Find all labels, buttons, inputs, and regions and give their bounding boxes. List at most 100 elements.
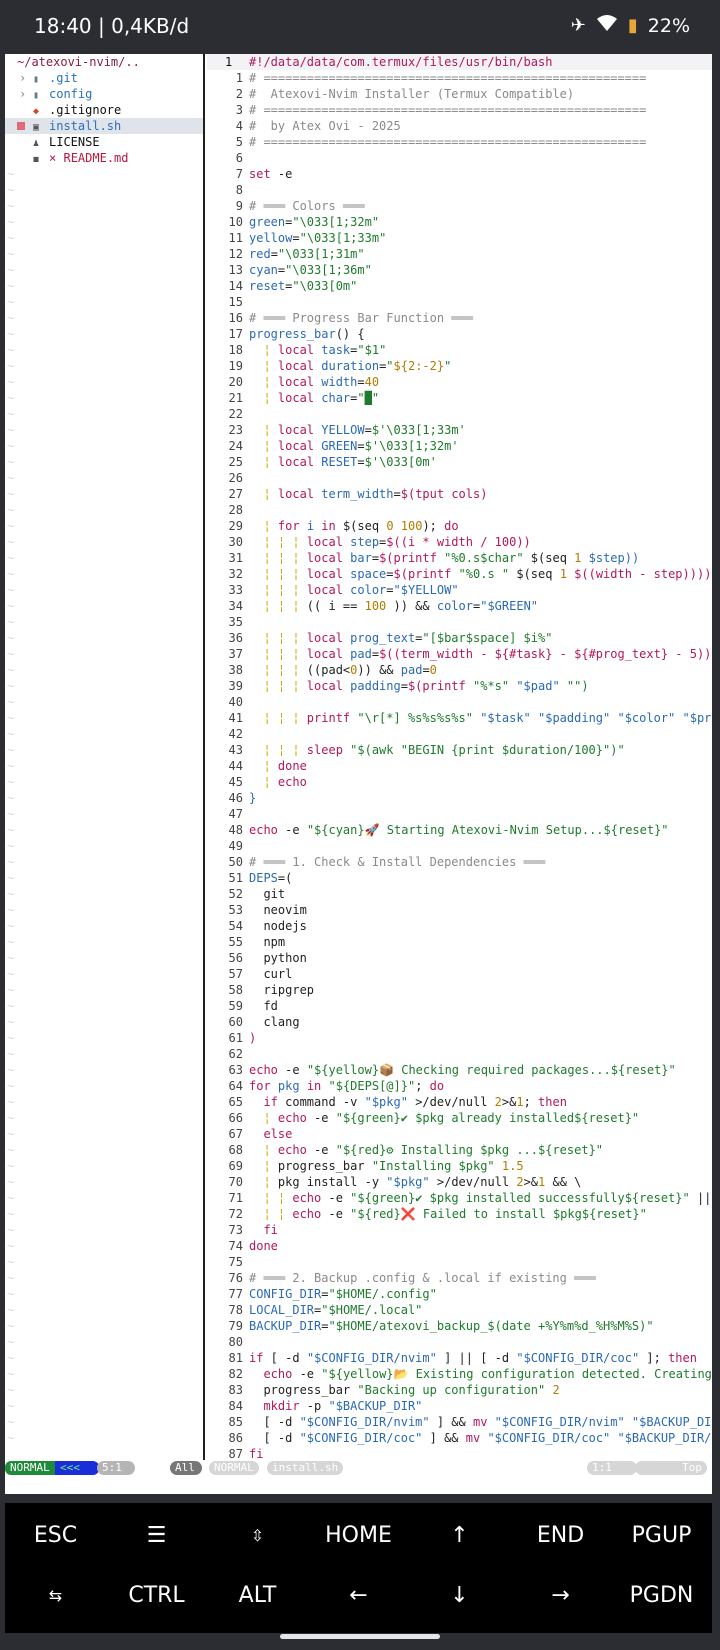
code-line[interactable]: 53 neovim [207, 902, 712, 918]
down-arrow-key[interactable]: ↓ [409, 1565, 510, 1625]
code-line[interactable]: 68 ¦ echo -e "${red}⚙ Installing $pkg ..… [207, 1142, 712, 1158]
code-line[interactable]: 74 done [207, 1238, 712, 1254]
terminal-window[interactable]: ~/atexovi-nvim/.. › ▮ .git › ▮ config ◆ .gitig… [5, 54, 712, 1494]
pgdn-key[interactable]: PGDN [611, 1565, 712, 1625]
code-line[interactable]: 26 [207, 470, 712, 486]
code-line[interactable]: 7 set -e [207, 166, 712, 182]
code-line[interactable]: 23 ¦ local YELLOW=$'\033[1;33m' [207, 422, 712, 438]
code-line[interactable]: 64 for pkg in "${DEPS[@]}"; do [207, 1078, 712, 1094]
up-arrow-key[interactable]: ↑ [409, 1505, 510, 1565]
code-line[interactable]: 28 [207, 502, 712, 518]
code-line[interactable]: 60 clang [207, 1014, 712, 1030]
scroll-key[interactable]: ⇳ [207, 1505, 308, 1565]
code-line[interactable]: 55 npm [207, 934, 712, 950]
code-line[interactable]: 33 ¦ ¦ ¦ local color="$YELLOW" [207, 582, 712, 598]
tab-key[interactable]: ⇆ [5, 1565, 106, 1625]
code-line[interactable]: 42 [207, 726, 712, 742]
code-line[interactable]: 14 reset="\033[0m" [207, 278, 712, 294]
code-line[interactable]: 10 green="\033[1;32m" [207, 214, 712, 230]
code-line[interactable]: 3 # =====================================… [207, 102, 712, 118]
code-line[interactable]: 76 # ═══ 2. Backup .config & .local if ex… [207, 1270, 712, 1286]
code-line[interactable]: 77 CONFIG_DIR="$HOME/.config" [207, 1286, 712, 1302]
esc-key[interactable]: ESC [5, 1505, 106, 1565]
code-line[interactable]: 29 ¦ for i in $(seq 0 100); do [207, 518, 712, 534]
code-line[interactable]: 75 [207, 1254, 712, 1270]
code-line[interactable]: 83 progress_bar "Backing up configuratio… [207, 1382, 712, 1398]
code-line[interactable]: 40 [207, 694, 712, 710]
code-line[interactable]: 16 # ═══ Progress Bar Function ═══ [207, 310, 712, 326]
code-line[interactable]: 87 fi [207, 1446, 712, 1460]
tree-item[interactable]: › ▮ config [5, 86, 203, 102]
tree-item[interactable]: ◼ × README.md [5, 150, 203, 166]
code-line[interactable]: 2 # Atexovi-Nvim Installer (Termux Compat… [207, 86, 712, 102]
pgup-key[interactable]: PGUP [611, 1505, 712, 1565]
code-line[interactable]: 38 ¦ ¦ ¦ ((pad<0)) && pad=0 [207, 662, 712, 678]
code-editor[interactable]: 1 #!/data/data/com.termux/files/usr/bin/b… [207, 54, 712, 1460]
code-line[interactable]: 81 if [ -d "$CONFIG_DIR/nvim" ] || [ -d "… [207, 1350, 712, 1366]
file-tree-panel[interactable]: ~/atexovi-nvim/.. › ▮ .git › ▮ config ◆ .gitig… [5, 54, 205, 1460]
code-line[interactable]: 19 ¦ local duration="${2:-2}" [207, 358, 712, 374]
code-line[interactable]: 41 ¦ ¦ ¦ printf "\r[*] %s%s%s%s" "$task"… [207, 710, 712, 726]
code-line[interactable]: 82 echo -e "${yellow}📂 Existing configur… [207, 1366, 712, 1382]
code-line[interactable]: 25 ¦ local RESET=$'\033[0m' [207, 454, 712, 470]
code-line[interactable]: 58 ripgrep [207, 982, 712, 998]
code-line[interactable]: 22 [207, 406, 712, 422]
code-line[interactable]: 11 yellow="\033[1;33m" [207, 230, 712, 246]
code-line[interactable]: 45 ¦ echo [207, 774, 712, 790]
code-line[interactable]: 57 curl [207, 966, 712, 982]
code-line[interactable]: 78 LOCAL_DIR="$HOME/.local" [207, 1302, 712, 1318]
code-line[interactable]: 12 red="\033[1;31m" [207, 246, 712, 262]
code-line[interactable]: 73 fi [207, 1222, 712, 1238]
left-arrow-key[interactable]: ← [308, 1565, 409, 1625]
code-line[interactable]: 13 cyan="\033[1;36m" [207, 262, 712, 278]
code-line[interactable]: 4 # by Atex Ovi - 2025 [207, 118, 712, 134]
code-line[interactable]: 67 else [207, 1126, 712, 1142]
code-line[interactable]: 62 [207, 1046, 712, 1062]
tree-item[interactable]: ◆ .gitignore [5, 102, 203, 118]
code-line[interactable]: 35 [207, 614, 712, 630]
tree-item[interactable]: ▣ install.sh [5, 118, 203, 134]
code-line[interactable]: 72 ¦ ¦ echo -e "${red}❌ Failed to instal… [207, 1206, 712, 1222]
code-line[interactable]: 27 ¦ local term_width=$(tput cols) [207, 486, 712, 502]
code-line[interactable]: 32 ¦ ¦ ¦ local space=$(printf "%0.s " $(… [207, 566, 712, 582]
code-line[interactable]: 56 python [207, 950, 712, 966]
code-line[interactable]: 61) [207, 1030, 712, 1046]
code-line[interactable]: 34 ¦ ¦ ¦ (( i == 100 )) && color="$GREEN… [207, 598, 712, 614]
code-line[interactable]: 84 mkdir -p "$BACKUP_DIR" [207, 1398, 712, 1414]
code-line[interactable]: 63 echo -e "${yellow}📦 Checking required … [207, 1062, 712, 1078]
code-line[interactable]: 15 [207, 294, 712, 310]
code-line[interactable]: 30 ¦ ¦ ¦ local step=$((i * width / 100)) [207, 534, 712, 550]
code-line[interactable]: 24 ¦ local GREEN=$'\033[1;32m' [207, 438, 712, 454]
code-line[interactable]: 8 [207, 182, 712, 198]
code-line[interactable]: 65 if command -v "$pkg" >/dev/null 2>&1;… [207, 1094, 712, 1110]
code-line[interactable]: 43 ¦ ¦ ¦ sleep "$(awk "BEGIN {print $dur… [207, 742, 712, 758]
code-line[interactable]: 80 [207, 1334, 712, 1350]
gesture-bar[interactable] [280, 1634, 440, 1639]
code-line[interactable]: 18 ¦ local task="$1" [207, 342, 712, 358]
code-line[interactable]: 44 ¦ done [207, 758, 712, 774]
code-line[interactable]: 20 ¦ local width=40 [207, 374, 712, 390]
code-line[interactable]: 21 ¦ local char="█" [207, 390, 712, 406]
ctrl-key[interactable]: CTRL [106, 1565, 207, 1625]
right-arrow-key[interactable]: → [510, 1565, 611, 1625]
code-line[interactable]: 9 # ═══ Colors ═══ [207, 198, 712, 214]
end-key[interactable]: END [510, 1505, 611, 1565]
code-line[interactable]: 5 # =====================================… [207, 134, 712, 150]
code-line[interactable]: 37 ¦ ¦ ¦ local pad=$((term_width - ${#ta… [207, 646, 712, 662]
code-line[interactable]: 51 DEPS=( [207, 870, 712, 886]
code-line[interactable]: 36 ¦ ¦ ¦ local prog_text="[$bar$space] $… [207, 630, 712, 646]
code-line[interactable]: 70 ¦ pkg install -y "$pkg" >/dev/null 2>… [207, 1174, 712, 1190]
code-line[interactable]: 1 #!/data/data/com.termux/files/usr/bin/b… [207, 54, 712, 70]
tree-item[interactable]: ♟ LICENSE [5, 134, 203, 150]
code-line[interactable]: 1 # =====================================… [207, 70, 712, 86]
code-line[interactable]: 66 ¦ echo -e "${green}✔ $pkg already ins… [207, 1110, 712, 1126]
code-line[interactable]: 86 [ -d "$CONFIG_DIR/coc" ] && mv "$CONF… [207, 1430, 712, 1446]
code-line[interactable]: 54 nodejs [207, 918, 712, 934]
code-line[interactable]: 79 BACKUP_DIR="$HOME/atexovi_backup_$(dat… [207, 1318, 712, 1334]
code-line[interactable]: 48 echo -e "${cyan}🚀 Starting Atexovi-Nvi… [207, 822, 712, 838]
code-line[interactable]: 46} [207, 790, 712, 806]
code-line[interactable]: 71 ¦ ¦ echo -e "${green}✔ $pkg installed… [207, 1190, 712, 1206]
code-line[interactable]: 6 [207, 150, 712, 166]
code-line[interactable]: 50 # ═══ 1. Check & Install Dependencies … [207, 854, 712, 870]
alt-key[interactable]: ALT [207, 1565, 308, 1625]
